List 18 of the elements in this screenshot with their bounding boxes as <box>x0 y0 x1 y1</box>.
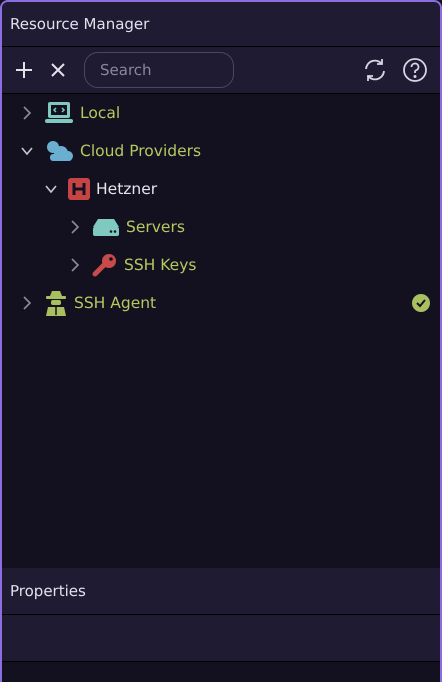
window-title: Resource Manager <box>10 15 150 33</box>
tree-item-label[interactable]: Servers <box>126 218 185 236</box>
laptop-icon <box>44 101 74 125</box>
tree-item-label[interactable]: SSH Agent <box>74 294 156 312</box>
tree-item-label[interactable]: Local <box>80 104 120 122</box>
tree-item-label[interactable]: Hetzner <box>96 180 158 198</box>
refresh-icon <box>362 57 388 83</box>
drive-icon <box>92 217 120 237</box>
tree-item-label[interactable]: SSH Keys <box>124 256 196 274</box>
help-icon <box>402 57 428 83</box>
cloud-icon <box>44 139 74 163</box>
h-logo-icon <box>68 178 90 200</box>
panel-title: Properties <box>10 582 86 600</box>
plus-icon <box>14 60 34 80</box>
key-icon <box>92 253 118 277</box>
spy-icon <box>44 290 68 316</box>
tree-item-label[interactable]: Cloud Providers <box>80 142 202 160</box>
search-field[interactable]: Search <box>84 52 234 88</box>
